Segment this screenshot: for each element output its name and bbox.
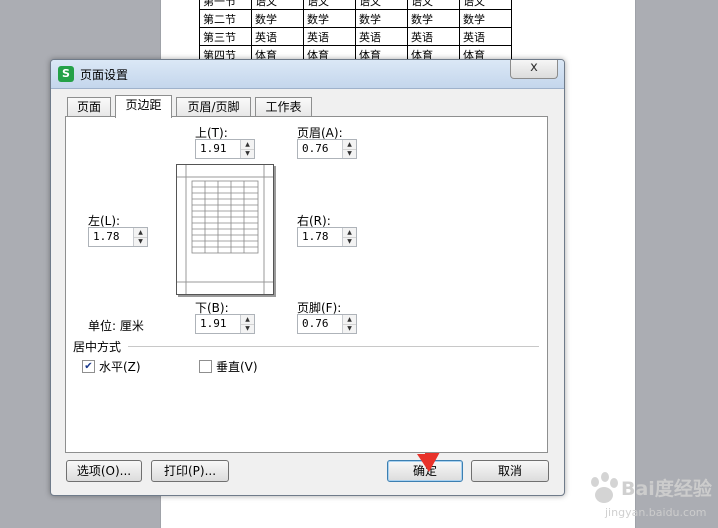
right-margin-spinner[interactable]: ▲ ▼ — [342, 228, 356, 246]
page-preview — [176, 164, 274, 295]
table-cell[interactable]: 英语 — [303, 27, 356, 46]
header-margin-input[interactable]: 0.76 ▲ ▼ — [297, 139, 357, 159]
center-group-label: 居中方式 — [73, 340, 122, 354]
spin-down-icon[interactable]: ▼ — [343, 149, 356, 158]
unit-label: 单位: 厘米 — [88, 319, 144, 333]
left-margin-spinner[interactable]: ▲ ▼ — [133, 228, 147, 246]
schedule-table: 第一节 语文 语文 语文 语文 语文 第二节 数学 数学 数学 数学 数学 第三节 英语 英语 英语 英语 英语第… — [199, 0, 512, 64]
tab-header-footer[interactable]: 页眉/页脚 — [176, 97, 251, 117]
table-cell[interactable]: 数学 — [407, 9, 460, 28]
left-margin-input[interactable]: 1.78 ▲ ▼ — [88, 227, 148, 247]
footer-margin-input[interactable]: 0.76 ▲ ▼ — [297, 314, 357, 334]
table-cell[interactable]: 语文 — [303, 0, 356, 10]
horizontal-center-checkbox[interactable]: ✔ — [82, 360, 95, 373]
table-row: 第二节 数学 数学 数学 数学 数学 — [199, 9, 512, 28]
table-cell[interactable]: 第二节 — [199, 9, 252, 28]
spin-down-icon[interactable]: ▼ — [134, 237, 147, 246]
horizontal-center-label[interactable]: 水平(Z) — [99, 358, 141, 375]
top-margin-input[interactable]: 1.91 ▲ ▼ — [195, 139, 255, 159]
footer-margin-value: 0.76 — [302, 317, 329, 330]
baidu-paw-icon — [591, 472, 618, 503]
cancel-button[interactable]: 取消 — [471, 460, 549, 482]
options-button[interactable]: 选项(O)... — [66, 460, 142, 482]
table-cell[interactable]: 语文 — [459, 0, 512, 10]
baidu-watermark: Bai度经验 jingyan.baidu.com — [555, 464, 715, 526]
table-cell[interactable]: 英语 — [251, 27, 304, 46]
group-divider — [128, 346, 539, 347]
table-cell[interactable]: 语文 — [355, 0, 408, 10]
table-cell[interactable]: 语文 — [251, 0, 304, 10]
right-margin-value: 1.78 — [302, 230, 329, 243]
right-margin-input[interactable]: 1.78 ▲ ▼ — [297, 227, 357, 247]
ok-button[interactable]: 确定 — [387, 460, 463, 482]
checkmark-icon: ✔ — [84, 361, 93, 372]
table-cell[interactable]: 数学 — [303, 9, 356, 28]
top-margin-spinner[interactable]: ▲ ▼ — [240, 140, 254, 158]
spin-down-icon[interactable]: ▼ — [241, 324, 254, 333]
spin-down-icon[interactable]: ▼ — [343, 324, 356, 333]
dialog-titlebar[interactable]: S 页面设置 — [51, 60, 564, 89]
header-margin-spinner[interactable]: ▲ ▼ — [342, 140, 356, 158]
bottom-margin-spinner[interactable]: ▲ ▼ — [240, 315, 254, 333]
print-button[interactable]: 打印(P)... — [151, 460, 229, 482]
table-cell[interactable]: 数学 — [459, 9, 512, 28]
table-cell[interactable]: 语文 — [407, 0, 460, 10]
table-cell[interactable]: 数学 — [355, 9, 408, 28]
tab-margins[interactable]: 页边距 — [115, 95, 172, 118]
spin-down-icon[interactable]: ▼ — [343, 237, 356, 246]
vertical-center-checkbox[interactable] — [199, 360, 212, 373]
dialog-title: 页面设置 — [80, 68, 129, 82]
table-cell[interactable]: 数学 — [251, 9, 304, 28]
left-margin-value: 1.78 — [93, 230, 120, 243]
watermark-url: jingyan.baidu.com — [605, 506, 707, 519]
tab-sheet[interactable]: 工作表 — [255, 97, 312, 117]
table-row: 第三节 英语 英语 英语 英语 英语 — [199, 27, 512, 46]
vertical-center-label[interactable]: 垂直(V) — [216, 358, 258, 375]
table-cell[interactable]: 第三节 — [199, 27, 252, 46]
tab-page[interactable]: 页面 — [67, 97, 111, 117]
top-margin-value: 1.91 — [200, 142, 227, 155]
close-button[interactable]: x — [510, 60, 558, 79]
page-setup-dialog: S 页面设置 x 页面 页边距 页眉/页脚 工作表 上(T): 1.91 ▲ ▼… — [50, 59, 565, 496]
table-cell[interactable]: 英语 — [355, 27, 408, 46]
watermark-text: Bai度经验 — [621, 478, 712, 500]
margins-tab-panel: 上(T): 1.91 ▲ ▼ 页眉(A): 0.76 ▲ ▼ 左(L): 1.7… — [65, 116, 548, 453]
table-cell[interactable]: 英语 — [407, 27, 460, 46]
footer-margin-spinner[interactable]: ▲ ▼ — [342, 315, 356, 333]
table-row: 第一节 语文 语文 语文 语文 语文 — [199, 0, 512, 10]
table-cell[interactable]: 英语 — [459, 27, 512, 46]
page-preview-graphic — [177, 165, 273, 294]
header-margin-value: 0.76 — [302, 142, 329, 155]
table-cell[interactable]: 第一节 — [199, 0, 252, 10]
spin-down-icon[interactable]: ▼ — [241, 149, 254, 158]
wps-app-icon: S — [58, 66, 74, 82]
bottom-margin-value: 1.91 — [200, 317, 227, 330]
bottom-margin-input[interactable]: 1.91 ▲ ▼ — [195, 314, 255, 334]
